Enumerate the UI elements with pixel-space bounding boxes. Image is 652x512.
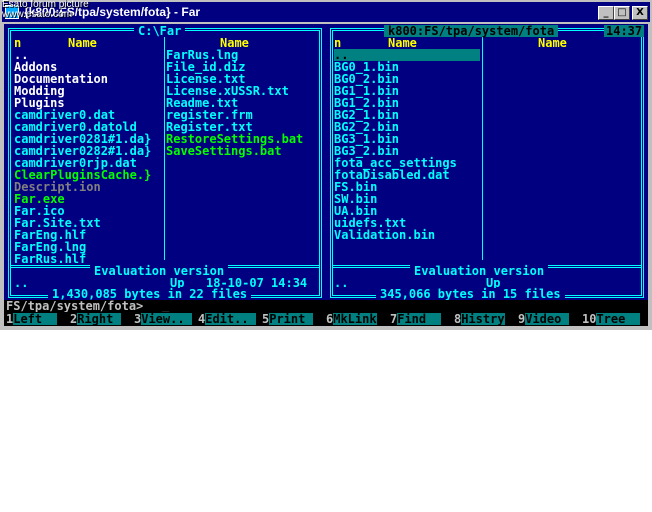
maximize-button[interactable]: □ — [614, 6, 630, 20]
close-button[interactable]: X — [632, 6, 648, 20]
fkey-label: Print — [269, 312, 313, 326]
right-panel[interactable]: k800:FS/tpa/system/fota 14:37 n Name Nam… — [326, 24, 648, 300]
watermark: Esato forum picture www.esato.com — [2, 0, 89, 20]
fkey-number: 1 — [6, 312, 14, 326]
right-col1-name-header[interactable]: Name — [388, 37, 417, 49]
fkey-number: 9 — [518, 312, 526, 326]
watermark-line2: www.esato.com — [2, 9, 73, 20]
fkey-4[interactable]: 4Edit.. — [198, 313, 256, 325]
fkey-number: 5 — [262, 312, 270, 326]
fkey-10[interactable]: 10Tree — [582, 313, 640, 325]
fkey-8[interactable]: 8Histry — [454, 313, 505, 325]
right-eval-label: Evaluation version — [410, 265, 549, 277]
fkey-number: 10 — [582, 312, 597, 326]
fkey-number: 4 — [198, 312, 206, 326]
fkey-number: 7 — [390, 312, 398, 326]
title-bar[interactable]: {k800:FS/tpa/system/fota} - Far _ □ X — [2, 2, 650, 22]
fkey-label: MkLink — [333, 312, 377, 326]
far-console: C:\Far n Name Name .. Addons Documentation… — [4, 24, 648, 326]
fkey-5[interactable]: 5Print — [262, 313, 313, 325]
fkey-6[interactable]: 6MkLink — [326, 313, 377, 325]
fkey-number: 6 — [326, 312, 334, 326]
fkey-label: Find — [397, 312, 441, 326]
fkey-label: Video — [525, 312, 569, 326]
file-row[interactable]: Validation.bin — [334, 229, 480, 241]
left-col1-name-header[interactable]: Name — [68, 37, 97, 49]
fkey-label: View.. — [141, 312, 192, 326]
fkey-label: Left — [13, 312, 57, 326]
file-row[interactable]: SaveSettings.bat — [166, 145, 282, 157]
fkey-number: 3 — [134, 312, 142, 326]
fkey-number: 8 — [454, 312, 462, 326]
left-panel-path[interactable]: C:\Far — [134, 25, 186, 37]
fkey-2[interactable]: 2Right — [70, 313, 121, 325]
left-panel[interactable]: C:\Far n Name Name .. Addons Documentation… — [4, 24, 326, 300]
right-info-name: .. — [334, 276, 349, 290]
command-line[interactable]: FS/tpa/system/fota> _ — [4, 300, 648, 312]
right-col2-name-header[interactable]: Name — [538, 37, 567, 49]
command-cursor: _ — [162, 299, 170, 313]
right-summary: 345,066 bytes in 15 files — [376, 288, 565, 300]
fkey-label: Histry — [461, 312, 505, 326]
fkey-1[interactable]: 1Left — [6, 313, 57, 325]
fkey-label: Right — [77, 312, 121, 326]
right-column-divider — [482, 34, 483, 260]
command-prompt: FS/tpa/system/fota> — [6, 299, 144, 313]
clock: 14:37 — [604, 24, 645, 38]
file-row[interactable]: FarRus.hlf — [14, 253, 86, 265]
fkey-9[interactable]: 9Video — [518, 313, 569, 325]
fkey-3[interactable]: 3View.. — [134, 313, 192, 325]
function-key-bar: 1Left 2Right 3View.. 4Edit.. 5Print 6MkL… — [4, 312, 648, 326]
fkey-7[interactable]: 7Find — [390, 313, 441, 325]
fkey-number: 2 — [70, 312, 78, 326]
fkey-label: Edit.. — [205, 312, 256, 326]
fkey-label: Tree — [596, 312, 640, 326]
far-window: {k800:FS/tpa/system/fota} - Far _ □ X Es… — [0, 0, 652, 330]
left-column-divider — [164, 34, 165, 260]
minimize-button[interactable]: _ — [598, 6, 614, 20]
left-info-name: .. — [14, 276, 29, 290]
